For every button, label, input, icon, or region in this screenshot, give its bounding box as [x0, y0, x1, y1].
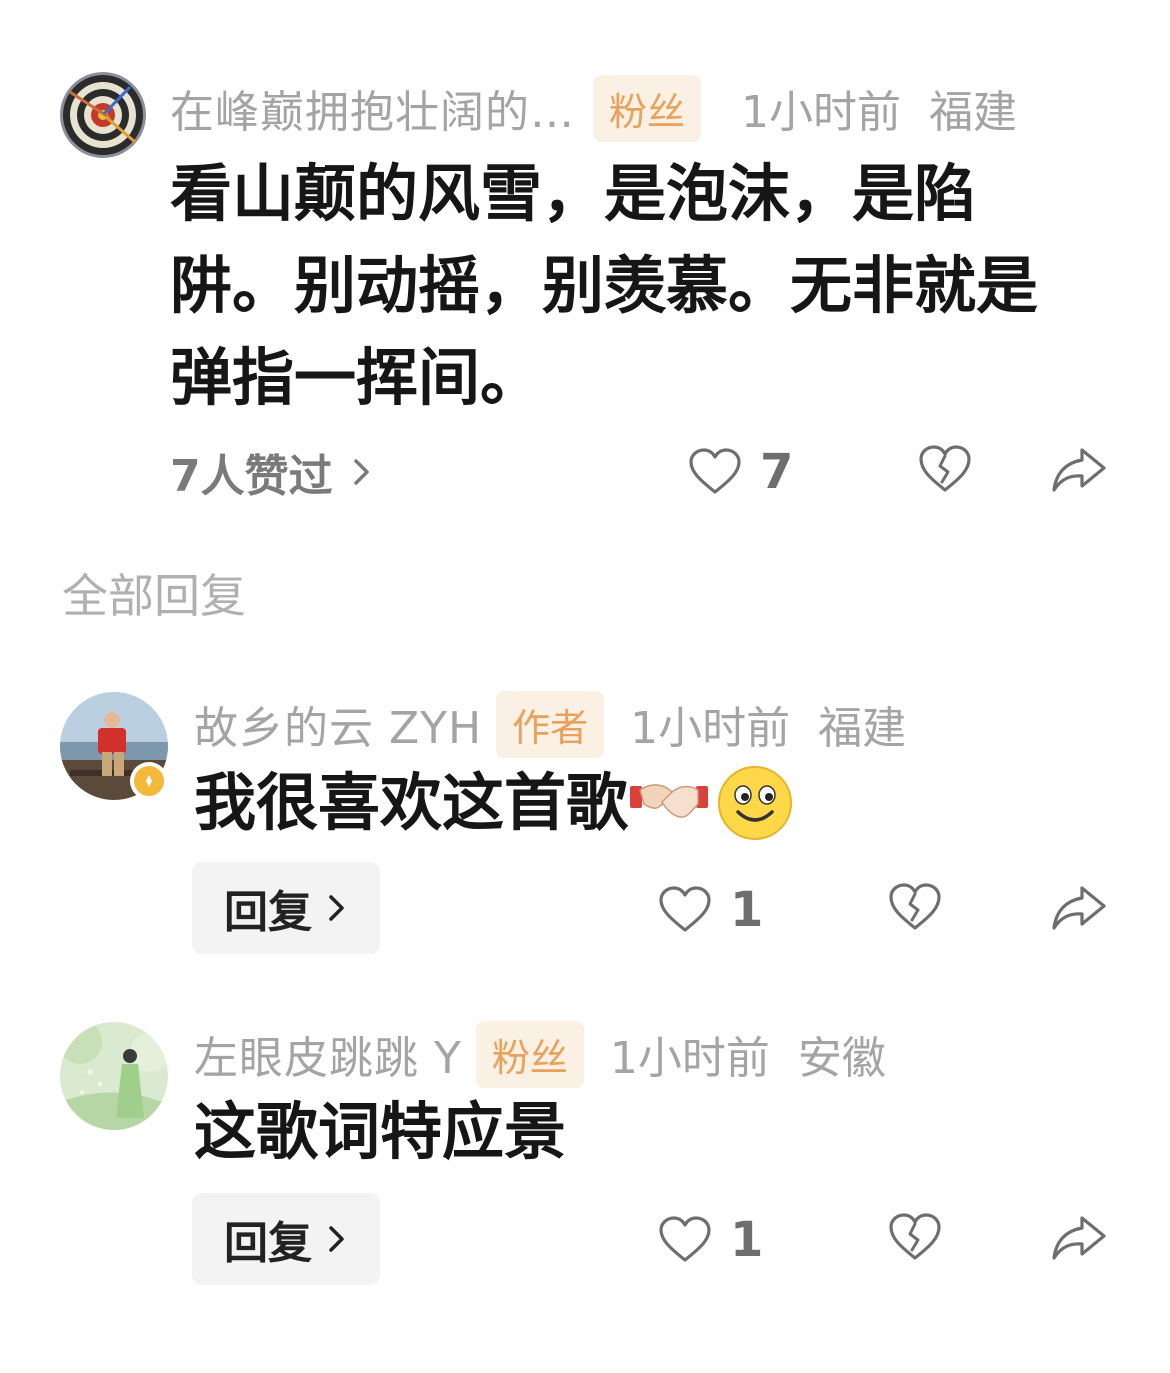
dartboard-avatar-image	[60, 72, 146, 158]
comment-dislike-button[interactable]	[918, 444, 974, 500]
reply-like-button[interactable]: 1	[658, 882, 763, 938]
share-arrow-icon	[1052, 886, 1106, 930]
comment-username[interactable]: 在峰巅拥抱壮阔的…	[170, 76, 575, 140]
author-badge: 作者	[496, 690, 605, 758]
like-count: 1	[730, 1212, 764, 1268]
chevron-right-icon	[353, 459, 369, 485]
reply-time: 1小时前	[609, 1033, 770, 1084]
reply-avatar[interactable]	[60, 1022, 168, 1130]
share-arrow-icon	[1052, 1216, 1106, 1260]
reply-share-button[interactable]	[1050, 1212, 1108, 1268]
smile-emoji	[718, 766, 793, 840]
fan-badge: 粉丝	[593, 74, 702, 142]
comment-share-button[interactable]	[1050, 444, 1108, 500]
comment-location: 福建	[929, 87, 1018, 138]
verified-badge-icon	[130, 762, 168, 800]
reply-share-button[interactable]	[1050, 882, 1108, 938]
reply-text: 我很喜欢这首歌	[194, 766, 629, 839]
comment-line: 看山颠的风雪，是泡沫，是陷	[170, 157, 977, 230]
like-count: 7	[760, 444, 794, 500]
like-count: 1	[730, 882, 764, 938]
handshake-emoji	[630, 784, 709, 818]
commenter-avatar[interactable]	[60, 72, 146, 158]
reply-username[interactable]: 左眼皮跳跳 Y	[194, 1022, 462, 1086]
likes-summary-link[interactable]: 7人赞过	[170, 444, 373, 502]
all-replies-title: 全部回复	[62, 569, 246, 623]
broken-heart-icon	[919, 445, 971, 492]
broken-heart-icon	[889, 883, 941, 930]
fan-badge: 粉丝	[475, 1020, 584, 1088]
reply-dislike-button[interactable]	[888, 882, 944, 938]
chevron-right-icon	[329, 895, 344, 921]
likes-summary-text: 7人赞过	[170, 451, 333, 502]
reply-button-label: 回复	[224, 1218, 312, 1269]
heart-icon	[659, 886, 711, 932]
reply-like-button[interactable]: 1	[658, 1212, 763, 1268]
reply-dislike-button[interactable]	[888, 1212, 944, 1268]
share-arrow-icon	[1052, 448, 1106, 492]
reply-time: 1小时前	[630, 703, 791, 754]
comment-line: 阱。别动摇，别羡慕。无非就是	[170, 249, 1039, 322]
reply-meta: 故乡的云 ZYH 作者 1小时前 福建	[194, 690, 907, 758]
reply-location: 安徽	[797, 1033, 886, 1084]
reply-username[interactable]: 故乡的云 ZYH	[194, 692, 482, 756]
comment-content: 看山颠的风雪，是泡沫，是陷 阱。别动摇，别羡慕。无非就是 弹指一挥间。	[170, 148, 1130, 424]
comment-like-button[interactable]: 7	[688, 444, 793, 500]
reply-content: 这歌词特应景	[194, 1095, 567, 1168]
chevron-right-icon	[329, 1226, 344, 1252]
broken-heart-icon	[889, 1213, 941, 1260]
comment-line: 弹指一挥间。	[170, 341, 543, 414]
reply-button-label: 回复	[224, 887, 312, 938]
comment-meta: 在峰巅拥抱壮阔的… 粉丝 1小时前 福建	[170, 74, 1018, 142]
heart-icon	[659, 1216, 711, 1262]
reply-button[interactable]: 回复	[192, 862, 380, 954]
reply-meta: 左眼皮跳跳 Y 粉丝 1小时前 安徽	[194, 1020, 886, 1088]
reply-location: 福建	[818, 703, 907, 754]
girl-illustration-avatar-image	[60, 1022, 168, 1130]
reply-content: 我很喜欢这首歌	[194, 757, 794, 849]
reply-button[interactable]: 回复	[192, 1193, 380, 1285]
heart-icon	[689, 448, 741, 494]
comment-time: 1小时前	[741, 87, 902, 138]
